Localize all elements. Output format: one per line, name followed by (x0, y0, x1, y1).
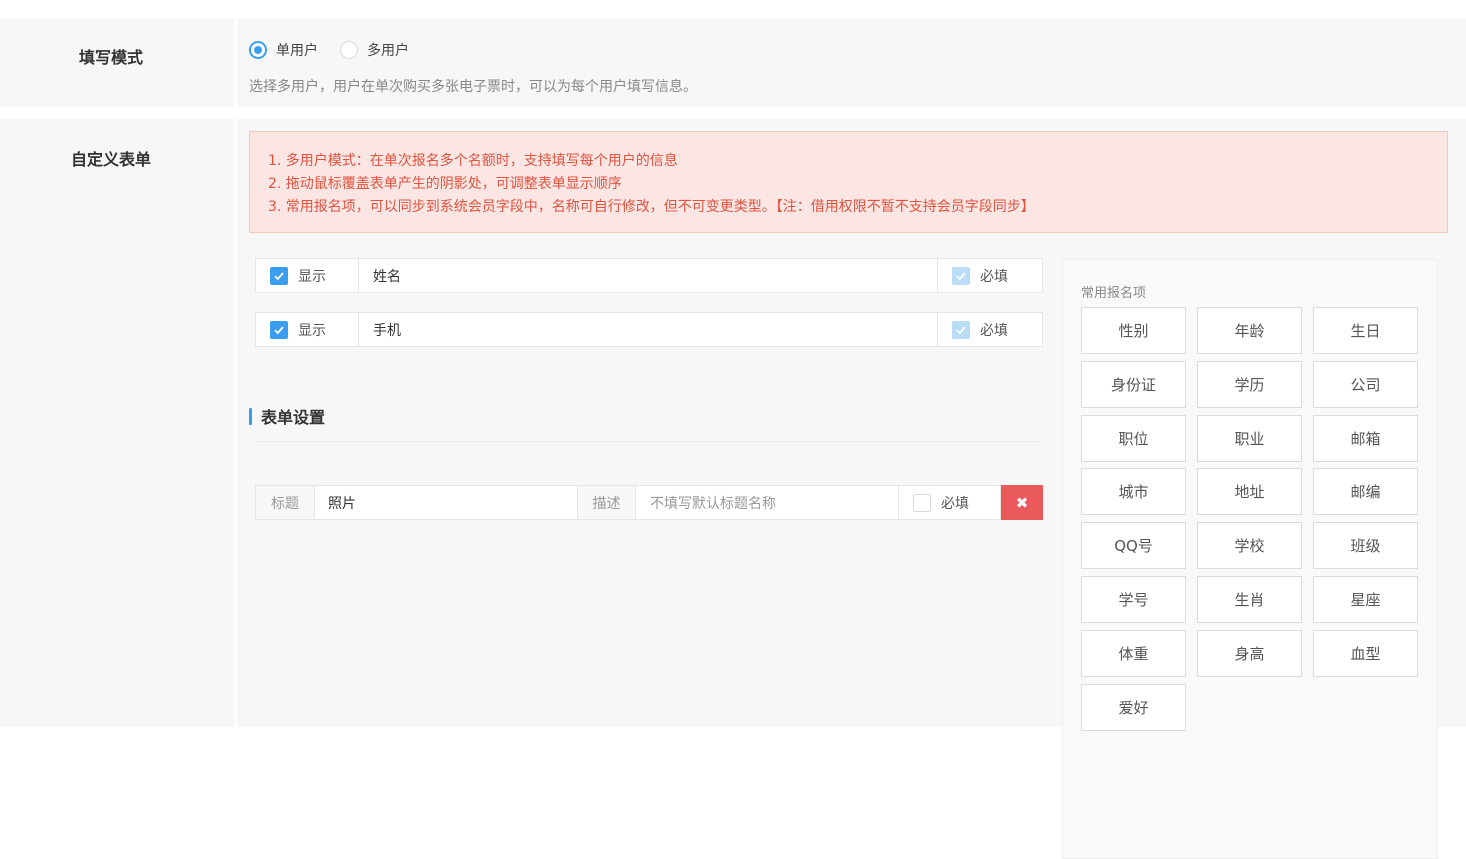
common-field-tag[interactable]: 星座 (1313, 576, 1418, 623)
common-field-tag[interactable]: 职业 (1197, 414, 1302, 462)
divider (255, 441, 1040, 442)
required-cell: 必填 (898, 485, 1001, 520)
common-field-tag[interactable]: 城市 (1081, 468, 1186, 516)
notice-line: 2. 拖动鼠标覆盖表单产生的阴影处，可调整表单显示顺序 (268, 176, 622, 192)
desc-addon: 描述 (577, 485, 635, 520)
delete-field-button[interactable]: ✖ (1001, 485, 1043, 520)
photo-field-row: 标题 照片 描述 不填写默认标题名称 必填 ✖ (255, 485, 1043, 520)
common-field-tag[interactable]: 性别 (1081, 307, 1186, 354)
show-checkbox[interactable] (270, 320, 288, 339)
common-field-tag[interactable]: 地址 (1197, 468, 1302, 516)
required-label: 必填 (980, 268, 1008, 285)
required-checkbox (952, 320, 970, 339)
common-field-tag[interactable]: 学校 (1197, 522, 1302, 570)
common-field-tag[interactable]: 年龄 (1197, 307, 1302, 354)
title-input[interactable]: 照片 (314, 485, 577, 520)
settings-heading: 表单设置 (249, 404, 325, 428)
show-checkbox[interactable] (270, 266, 288, 285)
custom-form-label: 自定义表单 (70, 150, 151, 169)
common-fields-panel: 常用报名项 性别 年龄 生日身份证 学历 公司职位 职业 邮箱城市 地址 邮编 QQ号 学校 班级学号… (1062, 259, 1438, 859)
title-addon: 标题 (255, 485, 314, 520)
field-row-name[interactable]: 显示 姓名 必填 (255, 258, 1043, 293)
required-cell: 必填 (938, 259, 1042, 292)
common-field-tag[interactable]: 生日 (1313, 307, 1418, 354)
radio-label: 单用户 (276, 43, 318, 59)
required-label: 必填 (980, 322, 1008, 339)
common-field-tag[interactable]: 学历 (1197, 360, 1302, 408)
radio-multi-user[interactable]: 多用户 (340, 40, 409, 60)
common-field-tag[interactable]: 血型 (1313, 629, 1418, 677)
common-field-tag[interactable]: 职位 (1081, 414, 1186, 462)
radio-single-user[interactable]: 单用户 (249, 40, 318, 60)
mode-content: 单用户 多用户 选择多用户，用户在单次购买多张电子票时，可以为每个用户填写信息。 (237, 18, 1466, 107)
heading-accent-bar (249, 407, 252, 425)
mode-label: 填写模式 (78, 48, 143, 67)
common-field-tag[interactable]: 体重 (1081, 629, 1186, 677)
show-cell: 显示 (256, 313, 359, 346)
mode-label-cell: 填写模式 (0, 18, 234, 107)
common-field-tag[interactable]: 生肖 (1197, 576, 1302, 623)
radio-unchecked-icon[interactable] (340, 41, 358, 59)
notice-alert: 1. 多用户模式：在单次报名多个名额时，支持填写每个用户的信息 2. 拖动鼠标覆… (249, 131, 1448, 233)
notice-line: 3. 常用报名项，可以同步到系统会员字段中，名称可自行修改，但不可变更类型。【注… (268, 199, 1035, 215)
close-icon: ✖ (1015, 493, 1029, 512)
common-field-tag[interactable]: 学号 (1081, 576, 1186, 623)
common-field-tag[interactable]: 身份证 (1081, 360, 1186, 408)
check-icon (274, 271, 284, 280)
required-cell: 必填 (938, 313, 1042, 346)
common-field-tag[interactable]: 身高 (1197, 629, 1302, 677)
common-field-tag[interactable]: 爱好 (1081, 683, 1186, 731)
check-icon (956, 271, 966, 280)
mode-radio-group: 单用户 多用户 (249, 40, 431, 60)
common-field-tag[interactable]: 邮箱 (1313, 414, 1418, 462)
common-field-tag[interactable]: QQ号 (1081, 522, 1186, 570)
required-checkbox (952, 266, 970, 285)
notice-line: 1. 多用户模式：在单次报名多个名额时，支持填写每个用户的信息 (268, 153, 678, 169)
common-field-tag[interactable]: 班级 (1313, 522, 1418, 570)
field-name[interactable]: 手机 (359, 313, 938, 346)
mode-hint: 选择多用户，用户在单次购买多张电子票时，可以为每个用户填写信息。 (249, 79, 697, 95)
common-field-tag[interactable]: 公司 (1313, 360, 1418, 408)
custom-form-label-cell: 自定义表单 (0, 119, 234, 727)
field-row-phone[interactable]: 显示 手机 必填 (255, 312, 1043, 347)
desc-input[interactable]: 不填写默认标题名称 (635, 485, 898, 520)
radio-label: 多用户 (367, 43, 409, 59)
field-name[interactable]: 姓名 (359, 259, 938, 292)
settings-title: 表单设置 (261, 408, 326, 427)
check-icon (956, 325, 966, 334)
check-icon (274, 325, 284, 334)
show-label: 显示 (298, 322, 326, 339)
show-label: 显示 (298, 268, 326, 285)
required-checkbox[interactable] (913, 493, 931, 512)
radio-checked-icon[interactable] (249, 41, 267, 59)
required-label: 必填 (941, 495, 969, 512)
show-cell: 显示 (256, 259, 359, 292)
custom-form-content: 1. 多用户模式：在单次报名多个名额时，支持填写每个用户的信息 2. 拖动鼠标覆… (237, 119, 1466, 859)
common-field-tag[interactable]: 邮编 (1313, 468, 1418, 516)
common-fields-title: 常用报名项 (1081, 286, 1147, 301)
